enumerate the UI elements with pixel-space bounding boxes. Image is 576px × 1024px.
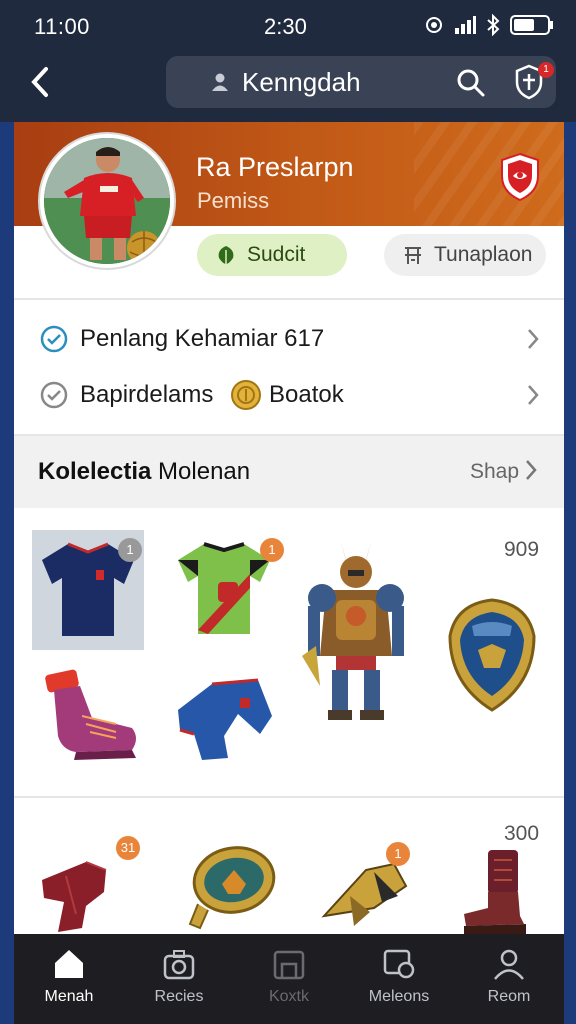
item-green-jersey[interactable]: 1 — [168, 530, 284, 655]
item-red-scarf[interactable]: 31 — [36, 836, 140, 934]
list-row-extra: Boatok — [269, 381, 344, 408]
avatar[interactable] — [40, 134, 174, 268]
tab-bar: Menah Recies Koxtk Meleons Reom — [14, 934, 564, 1024]
bluetooth-icon — [487, 14, 500, 36]
chevron-right-icon — [528, 385, 539, 405]
item-pendant-badge[interactable] — [180, 844, 280, 934]
subscribe-button[interactable]: Sudcit — [197, 234, 347, 276]
item-shield-crest[interactable] — [442, 596, 542, 721]
search-query: Kenngdah — [242, 67, 361, 97]
item-count: 300 — [504, 822, 540, 845]
back-button[interactable] — [22, 64, 58, 100]
profile-name: Ra Preslarpn — [196, 152, 354, 182]
armor-figure-icon — [302, 540, 404, 720]
collection-title: Kolelectia Molenan — [38, 458, 251, 485]
search-icon[interactable] — [456, 68, 486, 98]
battery-icon — [510, 15, 553, 35]
list-row-rating[interactable]: Penlang Kehamiar 617 — [14, 312, 564, 366]
shorts-icon — [178, 678, 272, 760]
chat-icon — [383, 949, 415, 979]
status-time-left: 11:00 — [34, 14, 90, 39]
tab-profile[interactable]: Reom — [464, 946, 554, 1016]
leaf-icon — [218, 246, 234, 264]
home-icon — [55, 950, 83, 978]
nav-bar: Kenngdah 1 — [0, 52, 576, 122]
chevron-right-icon — [528, 329, 539, 349]
status-bar: 11:00 2:30 — [0, 0, 576, 52]
club-badge-icon[interactable] — [498, 152, 542, 202]
tab-camera[interactable]: Recies — [134, 946, 224, 1016]
item-blue-shorts[interactable] — [168, 670, 280, 775]
subscribe-label: Sudcit — [247, 243, 306, 266]
signal-icon — [455, 16, 476, 34]
coin-icon — [231, 380, 261, 410]
item-armored-figure[interactable] — [296, 536, 416, 731]
list-row-badges[interactable]: Bapirdelams Boatok — [14, 368, 564, 422]
shop-link[interactable]: Shap — [470, 460, 519, 484]
team-button[interactable]: Tunaplaon — [384, 234, 546, 276]
collection-grid: 909 1 1 300 31 1 — [14, 510, 564, 934]
camera-icon — [163, 950, 195, 980]
notification-badge: 1 — [538, 62, 554, 78]
list-row-label: Bapirdelams — [80, 381, 214, 408]
list-row-label: Penlang Kehamiar 617 — [80, 325, 325, 352]
profile-subtitle: Pemiss — [197, 188, 270, 213]
person-icon — [212, 73, 228, 91]
chevron-left-icon — [31, 67, 48, 97]
team-label: Tunaplaon — [434, 243, 533, 266]
player-avatar-illustration — [44, 138, 170, 264]
person-icon — [494, 949, 524, 980]
item-count: 909 — [504, 538, 540, 561]
crest-icon — [448, 598, 536, 712]
store-icon — [273, 950, 305, 980]
status-icons — [424, 14, 554, 36]
check-circle-icon — [40, 325, 68, 353]
team-icon — [405, 247, 421, 264]
boot-icon — [45, 669, 136, 760]
tab-messages[interactable]: Meleons — [354, 946, 444, 1016]
check-circle-icon — [40, 381, 68, 409]
collection-header: Kolelectia Molenan Shap — [14, 436, 564, 508]
item-brown-boot[interactable] — [454, 850, 534, 934]
item-pink-boot[interactable] — [36, 666, 146, 771]
main-card: Ra Preslarpn Pemiss Sudcit Tunaplaon Pen… — [14, 122, 564, 934]
hotspot-icon — [426, 17, 442, 33]
boot-icon — [464, 850, 526, 934]
item-golden-cleat[interactable]: 1 — [314, 842, 414, 934]
item-blue-jersey[interactable]: 1 — [32, 530, 144, 655]
pendant-badge-icon — [188, 846, 276, 930]
status-time-center: 2:30 — [264, 14, 307, 39]
search-bar[interactable]: Kenngdah 1 — [166, 56, 556, 108]
chevron-right-icon[interactable] — [524, 458, 538, 482]
tab-home[interactable]: Menah — [24, 946, 114, 1016]
tab-store[interactable]: Koxtk — [244, 946, 334, 1016]
